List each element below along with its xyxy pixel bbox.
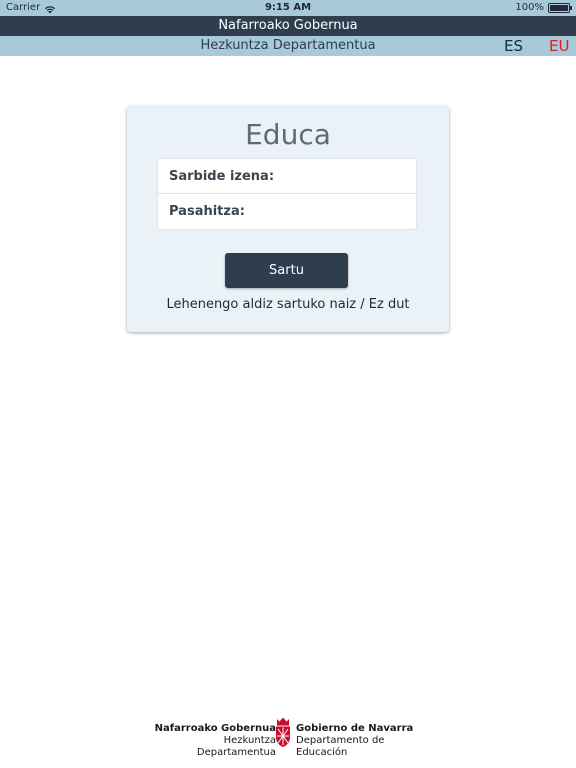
language-es-button[interactable]: ES (504, 36, 523, 56)
battery-info: 100% (515, 0, 572, 16)
footer-gov-basque: Nafarroako Gobernua (154, 723, 276, 734)
first-time-link[interactable]: Lehenengo aldiz sartuko naiz / Ez dut (127, 297, 449, 312)
password-field[interactable]: Pasahitza: (157, 194, 417, 230)
username-input[interactable] (158, 159, 416, 193)
footer-dept-basque: Hezkuntza Departamentua (196, 735, 276, 758)
government-header: Nafarroako Gobernua (0, 16, 576, 36)
status-time: 9:15 AM (264, 2, 312, 13)
footer-gov-spanish: Gobierno de Navarra (296, 723, 414, 734)
username-field[interactable]: Sarbide izena: (157, 158, 417, 194)
footer-basque: Nafarroako Gobernua Hezkuntza Departamen… (146, 723, 276, 759)
app-title: Educa (245, 118, 331, 151)
language-eu-button[interactable]: EU (549, 36, 569, 56)
department-title: Hezkuntza Departamentua (200, 38, 376, 53)
navarra-crest-icon (276, 717, 290, 747)
battery-fill (550, 5, 568, 11)
footer-logo: Nafarroako Gobernua Hezkuntza Departamen… (146, 716, 436, 758)
department-bar: Hezkuntza Departamentua ES EU (0, 36, 576, 56)
login-card: Educa Sarbide izena: Pasahitza: Sartu Le… (127, 106, 449, 332)
password-input[interactable] (158, 194, 416, 229)
footer-dept-spanish: Departamento de Educación (296, 735, 385, 758)
app-screen: Carrier 9:15 AM 100% Nafarroako Gobernua… (0, 0, 576, 768)
footer-spanish: Gobierno de Navarra Departamento de Educ… (296, 723, 436, 759)
login-button[interactable]: Sartu (225, 253, 348, 288)
battery-icon (548, 3, 572, 13)
battery-percentage: 100% (515, 2, 544, 13)
status-bar: Carrier 9:15 AM 100% (0, 0, 576, 16)
